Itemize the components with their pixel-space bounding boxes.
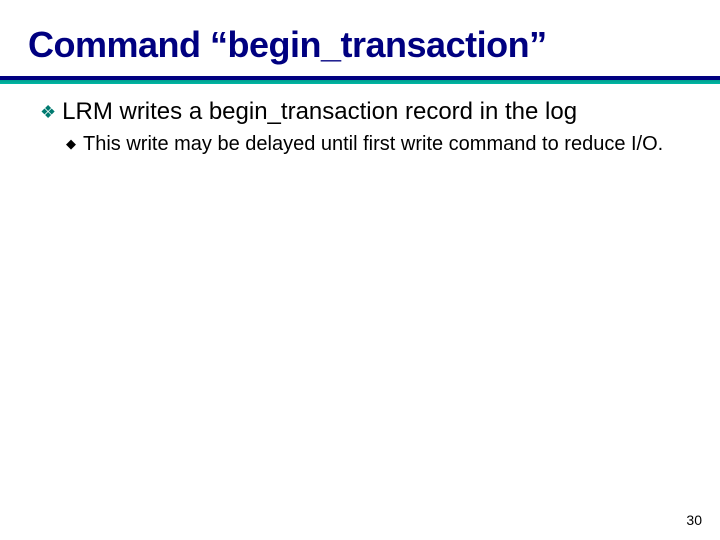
list-item: ❖ LRM writes a begin_transaction record … [40, 98, 680, 126]
list-item-label: This write may be delayed until first wr… [83, 132, 663, 156]
list-item: ◆ This write may be delayed until first … [66, 132, 680, 156]
diamond-bullet-icon: ❖ [40, 98, 56, 126]
slide: Command “begin_transaction” ❖ LRM writes… [0, 0, 720, 540]
page-title: Command “begin_transaction” [28, 24, 692, 66]
slide-body: ❖ LRM writes a begin_transaction record … [40, 98, 680, 156]
square-bullet-icon: ◆ [66, 132, 76, 156]
list-item-label: LRM writes a begin_transaction record in… [62, 98, 577, 126]
title-rule [0, 76, 720, 84]
page-number: 30 [686, 512, 702, 528]
